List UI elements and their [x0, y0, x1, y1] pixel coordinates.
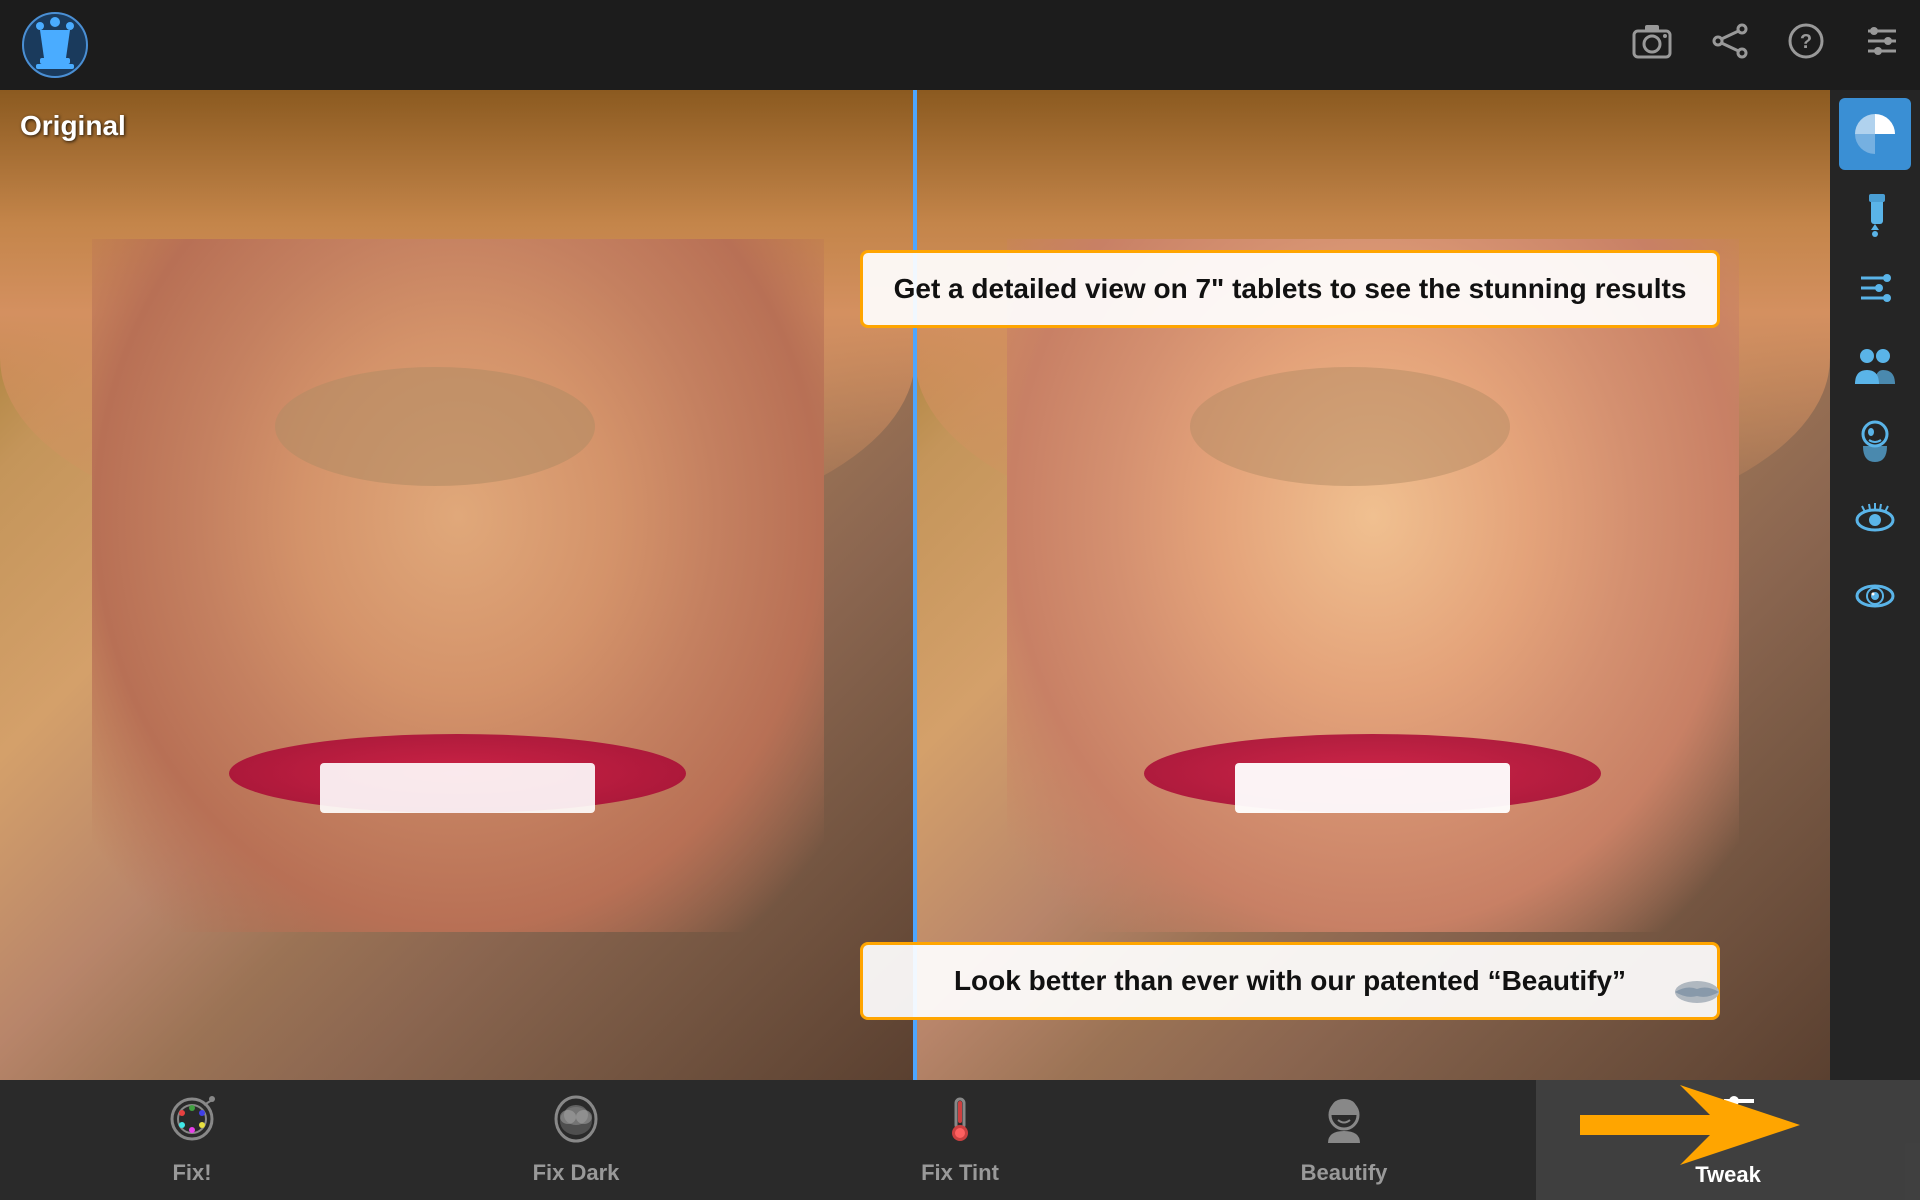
beautify-label: Beautify — [1301, 1160, 1388, 1186]
toolbar-fix[interactable]: Fix! — [0, 1080, 384, 1200]
arrow-indicator — [1580, 1075, 1800, 1180]
beautify-icon — [1318, 1095, 1370, 1154]
sidebar-item-palette[interactable] — [1839, 98, 1911, 170]
sidebar-item-dropper[interactable] — [1839, 178, 1911, 250]
original-image — [0, 90, 915, 1080]
toolbar-fix-dark[interactable]: Fix Dark — [384, 1080, 768, 1200]
face-skin-right — [1007, 239, 1739, 932]
detail-tooltip-text: Get a detailed view on 7" tablets to see… — [885, 271, 1695, 307]
app-logo — [20, 10, 90, 80]
main-image-area: Original Get a detailed view on 7" table… — [0, 90, 1830, 1080]
fix-tint-label: Fix Tint — [921, 1160, 999, 1186]
fix-dark-label: Fix Dark — [533, 1160, 620, 1186]
bottom-toolbar: Fix! Fix Dark Fix Tint — [0, 1080, 1920, 1200]
eye-area-right — [1190, 367, 1510, 486]
header-actions: ? — [1632, 23, 1900, 68]
fix-tint-icon — [934, 1095, 986, 1154]
detail-tooltip: Get a detailed view on 7" tablets to see… — [860, 250, 1720, 328]
sidebar-item-thermometer[interactable] — [1839, 254, 1911, 326]
svg-text:?: ? — [1800, 31, 1812, 53]
sidebar-item-group[interactable] — [1839, 330, 1911, 402]
eye-area-left — [275, 367, 595, 486]
teeth-left — [320, 763, 595, 813]
fix-label: Fix! — [172, 1160, 211, 1186]
beautified-image — [915, 90, 1830, 1080]
teeth-right — [1235, 763, 1510, 813]
sliders-icon[interactable] — [1864, 23, 1900, 68]
camera-icon[interactable] — [1632, 23, 1672, 68]
beautify-tooltip: Look better than ever with our patented … — [860, 942, 1720, 1020]
lips-icon — [1672, 977, 1722, 1007]
sidebar-item-face[interactable] — [1839, 406, 1911, 478]
fix-icon — [166, 1095, 218, 1154]
right-sidebar — [1830, 90, 1920, 1080]
fix-dark-icon — [550, 1095, 602, 1154]
sidebar-item-eye-lashes[interactable] — [1839, 482, 1911, 554]
sidebar-item-eye-color[interactable] — [1839, 558, 1911, 630]
toolbar-beautify[interactable]: Beautify — [1152, 1080, 1536, 1200]
share-icon[interactable] — [1712, 23, 1748, 68]
help-icon[interactable]: ? — [1788, 23, 1824, 68]
face-skin-left — [92, 239, 824, 932]
before-after-divider[interactable] — [913, 90, 917, 1080]
logo-area — [20, 10, 90, 80]
header-bar: ? — [0, 0, 1920, 90]
before-after-container: Original Get a detailed view on 7" table… — [0, 90, 1830, 1080]
beautify-tooltip-text: Look better than ever with our patented … — [885, 963, 1695, 999]
original-label: Original — [20, 110, 126, 142]
toolbar-fix-tint[interactable]: Fix Tint — [768, 1080, 1152, 1200]
